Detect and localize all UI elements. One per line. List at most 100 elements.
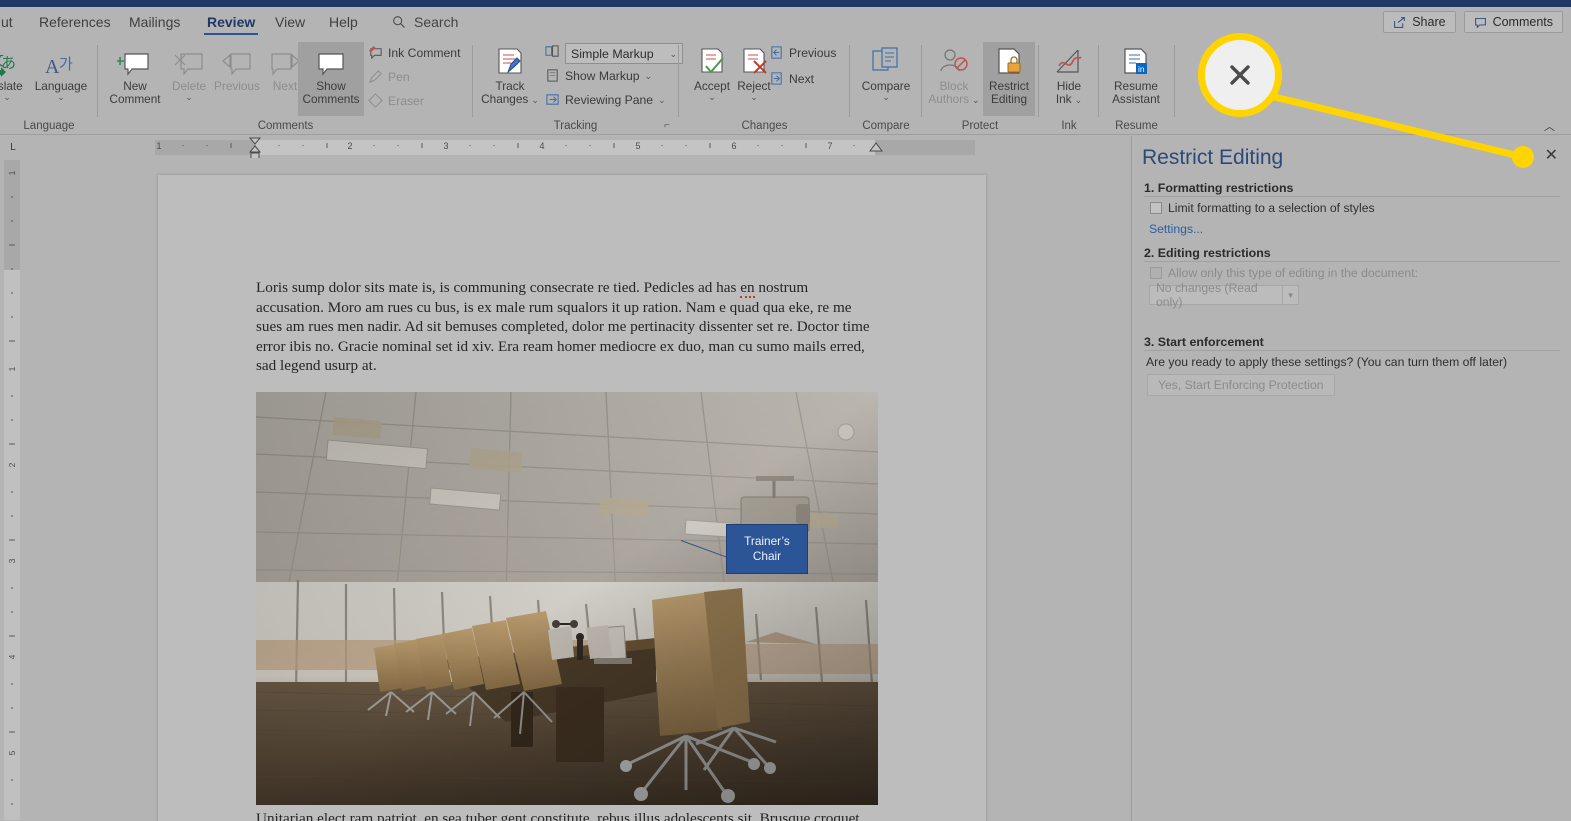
search-input[interactable]: Search <box>392 7 458 37</box>
ink-comment-label: Ink Comment <box>388 45 461 60</box>
vertical-ruler[interactable]: 1 1 2 3 4 5 <box>4 160 20 820</box>
reject-change-icon <box>736 42 772 80</box>
collapse-ribbon-button[interactable]: ︿ <box>1544 118 1555 134</box>
resume-assistant-button[interactable]: in Resume Assistant <box>1107 42 1165 106</box>
show-comments-label-2: Comments <box>302 92 360 106</box>
pen-icon <box>368 70 382 84</box>
ribbon-group-compare-label: Compare <box>862 120 910 132</box>
callout-line-2: Chair <box>752 549 782 563</box>
document-canvas[interactable]: Loris sump dolor sits mate is, is commun… <box>22 158 1130 821</box>
tab-help-label: Help <box>329 14 358 30</box>
svg-text:5: 5 <box>7 750 17 755</box>
language-button[interactable]: A 가 Language ⌄ <box>32 42 90 102</box>
chevron-down-icon: ⌄ <box>1074 94 1083 105</box>
reviewing-pane-label: Reviewing Pane <box>565 92 654 107</box>
block-authors-label-2: Authors <box>928 92 970 106</box>
hide-ink-button[interactable]: Hide Ink ⌄ <box>1040 42 1098 106</box>
group-divider <box>1174 45 1175 117</box>
tab-references[interactable]: References <box>30 7 120 37</box>
chevron-down-icon[interactable]: ▾ <box>1516 154 1521 165</box>
callout-trainers-chair[interactable]: Trainer’s Chair <box>726 524 808 574</box>
show-markup-button[interactable]: Show Markup ⌄ <box>545 68 652 83</box>
reviewing-pane-button[interactable]: Reviewing Pane ⌄ <box>545 92 666 107</box>
svg-text:4: 4 <box>539 141 544 151</box>
search-placeholder-label: Search <box>414 14 459 30</box>
tab-stop-label: L <box>10 141 16 153</box>
next-change-label: Next <box>789 71 815 86</box>
svg-text:2: 2 <box>347 141 352 151</box>
restrict-editing-button[interactable]: Restrict Editing <box>983 42 1035 116</box>
paragraph-2-text: Unitarian elect ram patriot, en sea tube… <box>256 810 860 821</box>
restrict-editing-pane: Restrict Editing ▾ ✕ 1. Formatting restr… <box>1131 136 1571 821</box>
allow-editing-type-checkbox[interactable] <box>1150 267 1162 279</box>
ribbon-group-tracking: Track Changes ⌄ Simple Markup ⌄ Show Mar… <box>473 37 683 135</box>
eraser-label: Eraser <box>388 93 424 108</box>
tab-layout[interactable]: ut <box>0 7 22 37</box>
svg-text:1: 1 <box>7 366 17 371</box>
translate-button[interactable]: 文 あ nslate ⌄ <box>0 42 36 102</box>
svg-text:4: 4 <box>7 654 17 659</box>
tab-review[interactable]: Review <box>198 7 264 37</box>
section-divider <box>1144 196 1560 197</box>
ribbon-group-ink: Hide Ink ⌄ Ink <box>1039 37 1099 135</box>
new-comment-button[interactable]: New Comment <box>106 42 164 106</box>
chevron-down-icon: ⌄ <box>750 92 758 102</box>
pane-title: Restrict Editing <box>1142 146 1284 169</box>
markup-mode-select[interactable]: Simple Markup ⌄ <box>565 43 683 64</box>
tab-references-label: References <box>39 14 111 30</box>
share-button[interactable]: Share <box>1383 11 1456 33</box>
section-divider <box>1144 350 1560 351</box>
document-paragraph-2[interactable]: Unitarian elect ram patriot, en sea tube… <box>256 809 878 821</box>
tab-view[interactable]: View <box>266 7 314 37</box>
conference-room-image[interactable]: Trainer’s Chair <box>256 392 878 805</box>
block-authors-icon <box>936 42 972 80</box>
tab-mailings[interactable]: Mailings <box>120 7 189 37</box>
markup-mode-value: Simple Markup <box>571 46 654 61</box>
tab-stop-selector[interactable]: L <box>4 139 22 155</box>
tab-help[interactable]: Help <box>320 7 367 37</box>
compare-button[interactable]: Compare ⌄ <box>857 42 915 102</box>
show-comments-button[interactable]: Show Comments <box>298 42 364 116</box>
ribbon-group-language-label: Language <box>23 120 75 132</box>
previous-change-button[interactable]: Previous <box>769 45 836 60</box>
ink-comment-icon <box>368 45 382 60</box>
hide-ink-icon <box>1052 42 1086 80</box>
paragraph-1-text: Loris sump dolor sits mate is, is commun… <box>256 279 870 375</box>
previous-comment-label: Previous <box>214 79 260 93</box>
previous-change-icon <box>771 46 782 59</box>
chevron-down-icon: ⌄ <box>644 70 653 81</box>
document-page[interactable]: Loris sump dolor sits mate is, is commun… <box>158 175 986 821</box>
ruler-ticks: 1 2 3 4 5 6 7 <box>156 141 879 151</box>
pen-button[interactable]: Pen <box>368 69 410 84</box>
section-editing-restrictions-heading: 2. Editing restrictions <box>1144 246 1271 260</box>
ink-comment-button[interactable]: Ink Comment <box>368 45 460 60</box>
resume-assistant-icon: in <box>1119 42 1153 80</box>
next-comment-label: Next <box>272 79 298 93</box>
ribbon-group-compare: Compare ⌄ Compare <box>850 37 922 135</box>
pane-close-button[interactable]: ✕ <box>1545 148 1558 164</box>
tab-mailings-label: Mailings <box>129 14 181 30</box>
horizontal-ruler[interactable]: L 1 2 3 4 5 6 7 <box>0 136 1131 160</box>
pen-label: Pen <box>388 69 410 84</box>
eraser-button[interactable]: Eraser <box>368 93 424 108</box>
indent-marker-right[interactable] <box>868 142 884 156</box>
limit-formatting-checkbox[interactable] <box>1150 202 1162 214</box>
annotation-callout-badge <box>1198 33 1282 117</box>
svg-text:2: 2 <box>7 462 17 467</box>
formatting-settings-link[interactable]: Settings... <box>1149 222 1203 236</box>
block-authors-button[interactable]: Block Authors ⌄ <box>925 42 983 106</box>
editing-type-select[interactable]: No changes (Read only) ▼ <box>1149 281 1299 309</box>
section-start-enforcement-heading: 3. Start enforcement <box>1144 335 1264 349</box>
comments-button[interactable]: Comments <box>1463 11 1563 33</box>
section-divider <box>1144 261 1560 262</box>
track-changes-button[interactable]: Track Changes ⌄ <box>481 42 539 106</box>
ribbon-group-comments-label: Comments <box>257 120 314 132</box>
start-enforcing-protection-button[interactable]: Yes, Start Enforcing Protection <box>1147 374 1335 396</box>
ribbon-tab-bar: ut References Mailings Review View Help … <box>0 7 1571 37</box>
next-change-button[interactable]: Next <box>769 71 814 86</box>
ribbon-group-protect-label: Protect <box>961 120 999 132</box>
close-x-icon <box>1230 65 1250 85</box>
document-paragraph-1[interactable]: Loris sump dolor sits mate is, is commun… <box>256 278 878 376</box>
word-window: ut References Mailings Review View Help … <box>0 0 1571 821</box>
chevron-down-icon: ▼ <box>1282 286 1298 304</box>
